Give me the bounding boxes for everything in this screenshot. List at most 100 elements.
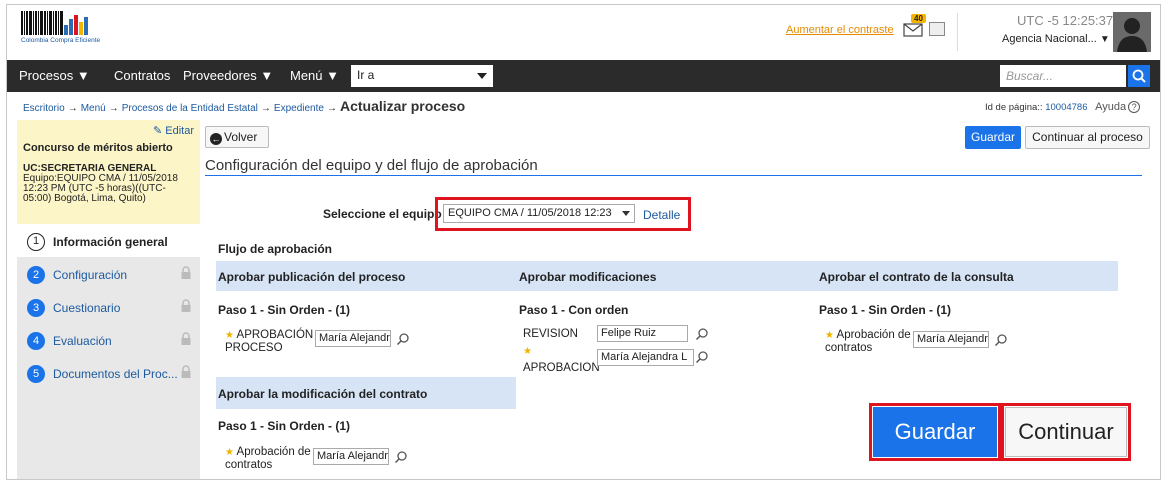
search-button[interactable] — [1128, 65, 1150, 87]
page-id-value[interactable]: 10004786 — [1045, 102, 1087, 113]
step-number: 5 — [27, 365, 45, 383]
step-label: Información general — [53, 235, 168, 249]
nav-menu[interactable]: Menú ▼ — [290, 68, 339, 83]
page-id-area: Id de página:: 10004786 Ayuda? — [985, 101, 1141, 113]
role-label: ★ APROBACIÓN PROCESO — [225, 329, 314, 354]
star-icon: ★ — [225, 447, 234, 458]
logo-caption: Colombia Compra Eficiente — [21, 37, 101, 44]
approver-field[interactable]: María Alejandra — [313, 448, 389, 465]
help-icon: ? — [1128, 101, 1141, 113]
approver-field[interactable]: María Alejandra — [913, 331, 989, 348]
section-title: Configuración del equipo y del flujo de … — [205, 157, 538, 174]
save-button[interactable]: Guardar — [965, 126, 1021, 149]
breadcrumb-menu[interactable]: Menú — [81, 103, 106, 114]
approver-field[interactable]: Felipe Ruiz — [597, 325, 688, 342]
column-heading-modificaciones: Aprobar modificaciones — [519, 270, 657, 284]
process-info-panel: ✎ Editar Concurso de méritos abierto UC:… — [17, 120, 200, 224]
step-number: 4 — [27, 332, 45, 350]
step-informacion-general[interactable]: 1 Información general — [17, 225, 200, 257]
search-icon — [1132, 69, 1146, 83]
barcode-logo-icon — [21, 11, 133, 35]
step-label: Cuestionario — [53, 301, 121, 315]
step-documentos[interactable]: 5 Documentos del Proc... — [17, 357, 200, 389]
star-icon: ★ — [225, 330, 234, 341]
colombia-compra-logo[interactable]: Colombia Compra Eficiente — [21, 11, 133, 49]
search-icon[interactable] — [394, 450, 408, 464]
approver-field[interactable]: María Alejandra L — [597, 349, 694, 366]
mail-icon[interactable] — [903, 21, 923, 37]
role-label: REVISION — [523, 328, 578, 340]
role-label: ★ Aprobación de contratos — [225, 446, 311, 471]
step-evaluacion[interactable]: 4 Evaluación — [17, 324, 200, 356]
flow-title: Flujo de aprobación — [218, 242, 333, 256]
nav-contratos[interactable]: Contratos — [114, 68, 170, 83]
step-label: Configuración — [53, 268, 128, 282]
section-divider — [205, 175, 1142, 176]
lock-icon — [181, 299, 191, 312]
lock-icon — [181, 332, 191, 345]
document-icon[interactable] — [929, 22, 945, 36]
star-icon: ★ — [523, 346, 532, 357]
star-icon: ★ — [825, 330, 834, 341]
search-input[interactable]: Buscar... — [1000, 65, 1126, 87]
agency-label: Agencia Nacional... — [1002, 33, 1097, 45]
step-number: 3 — [27, 299, 45, 317]
role-label: ★ Aprobación de contratos — [825, 329, 911, 354]
caret-down-icon: ▼ — [1099, 34, 1110, 45]
clock: UTC -5 12:25:37 — [1017, 13, 1113, 28]
goto-label: Ir a — [357, 68, 375, 82]
utc-label: UTC -5 — [1017, 13, 1059, 28]
step-number: 2 — [27, 266, 45, 284]
user-avatar[interactable] — [1113, 12, 1151, 52]
lock-icon — [181, 266, 191, 279]
step-label: Documentos del Proc... — [53, 367, 178, 381]
detail-link[interactable]: Detalle — [643, 208, 680, 222]
main-navbar: Procesos ▼ Contratos Proveedores ▼ Menú … — [7, 60, 1160, 92]
column-heading-modificacion-contrato: Aprobar la modificación del contrato — [218, 387, 428, 401]
step-cuestionario[interactable]: 3 Cuestionario — [17, 291, 200, 323]
search-icon[interactable] — [695, 327, 709, 341]
lock-icon — [181, 365, 191, 378]
process-steps: 1 Información general 2 Configuración 3 … — [17, 225, 200, 479]
mail-count-badge: 40 — [911, 14, 926, 23]
chevron-down-icon — [477, 73, 487, 79]
continue-process-button[interactable]: Continuar al proceso — [1025, 126, 1150, 149]
time-label: 12:25:37 — [1062, 13, 1114, 28]
breadcrumb: Escritorio → Menú → Procesos de la Entidad E… — [23, 98, 466, 114]
arrow-left-icon: ← — [210, 133, 222, 145]
step-configuracion[interactable]: 2 Configuración — [17, 258, 200, 290]
step-heading: Paso 1 - Con orden — [519, 303, 629, 317]
search-icon[interactable] — [396, 332, 410, 346]
header: Colombia Compra Eficiente Aumentar el co… — [7, 5, 1160, 59]
big-continue-button[interactable]: Continuar — [1005, 407, 1127, 457]
increase-contrast-link[interactable]: Aumentar el contraste — [786, 24, 894, 36]
approver-field[interactable]: María Alejandra — [315, 330, 391, 347]
process-equipo: Equipo:EQUIPO CMA / 11/05/2018 12:23 PM … — [23, 173, 178, 204]
search-icon[interactable] — [695, 350, 709, 364]
user-silhouette-icon — [1117, 18, 1147, 52]
big-save-button[interactable]: Guardar — [873, 407, 997, 457]
step-heading: Paso 1 - Sin Orden - (1) — [819, 303, 952, 317]
role-label: APROBACION — [523, 362, 600, 374]
nav-procesos[interactable]: Procesos ▼ — [19, 68, 90, 83]
team-select[interactable]: EQUIPO CMA / 11/05/2018 12:23 — [443, 204, 635, 223]
help-link[interactable]: Ayuda? — [1095, 101, 1141, 113]
agency-dropdown[interactable]: Agencia Nacional... ▼ — [1002, 33, 1110, 45]
header-divider — [957, 13, 958, 51]
breadcrumb-procesos[interactable]: Procesos de la Entidad Estatal — [122, 103, 258, 114]
process-type: Concurso de méritos abierto — [23, 142, 173, 154]
search-icon[interactable] — [994, 333, 1008, 347]
breadcrumb-expediente[interactable]: Expediente — [274, 103, 324, 114]
page-id-label: Id de página:: — [985, 102, 1043, 113]
breadcrumb-escritorio[interactable]: Escritorio — [23, 103, 65, 114]
back-button[interactable]: ← Volver — [205, 126, 269, 148]
step-number: 1 — [27, 233, 45, 251]
nav-proveedores[interactable]: Proveedores ▼ — [183, 68, 273, 83]
page-title: Actualizar proceso — [339, 98, 466, 114]
goto-select[interactable]: Ir a — [351, 65, 493, 87]
edit-link[interactable]: ✎ Editar — [153, 124, 194, 137]
step-label: Evaluación — [53, 334, 112, 348]
app-window: Colombia Compra Eficiente Aumentar el co… — [6, 4, 1161, 480]
step-heading: Paso 1 - Sin Orden - (1) — [218, 419, 351, 433]
column-heading-publicacion: Aprobar publicación del proceso — [218, 270, 406, 284]
